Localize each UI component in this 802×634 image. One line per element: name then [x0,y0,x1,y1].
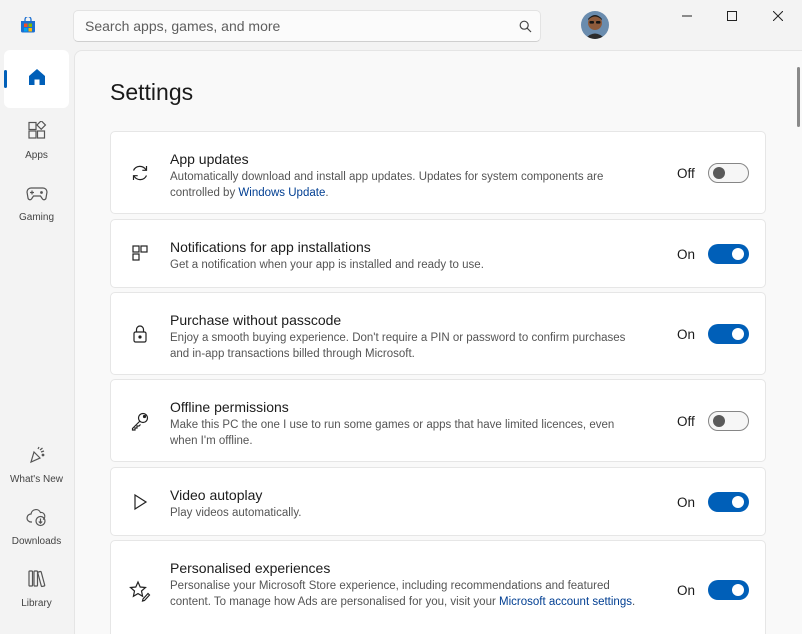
gamepad-icon [25,183,48,208]
sidebar-item-label: Gaming [18,212,54,223]
personalised-experiences-toggle[interactable] [708,580,749,600]
setting-card-personalised: Personalised experiences Personalise you… [110,540,766,634]
setting-title: Notifications for app installations [170,239,371,255]
setting-card-notifications: Notifications for app installations Get … [110,219,766,288]
search-input[interactable] [74,11,510,41]
key-icon [129,410,151,432]
video-autoplay-toggle[interactable] [708,492,749,512]
setting-title: Video autoplay [170,487,263,503]
setting-state: On [677,495,696,510]
setting-state: On [677,583,696,598]
scrollbar[interactable] [797,67,800,127]
sidebar: Apps Gaming What's New Downloads Library [0,50,73,634]
avatar[interactable] [581,11,609,39]
setting-card-offline: Offline permissions Make this PC the one… [110,379,766,462]
active-indicator [4,70,7,88]
library-icon [27,569,47,594]
store-logo-icon [20,15,36,33]
search-icon[interactable] [510,11,540,41]
sidebar-item-label: Downloads [11,536,62,547]
setting-description: Enjoy a smooth buying experience. Don't … [170,332,626,360]
setting-title: Personalised experiences [170,560,331,576]
sidebar-item-apps[interactable]: Apps [4,112,69,170]
downloads-icon [25,507,48,532]
maximize-button[interactable] [709,0,755,34]
title-bar [0,0,802,50]
setting-description: Play videos automatically. [170,507,302,519]
setting-card-app-updates: App updates Automatically download and i… [110,131,766,214]
setting-state: On [677,327,696,342]
close-icon [772,8,784,26]
setting-description: Personalise your Microsoft Store experie… [170,580,636,608]
close-button[interactable] [755,0,801,34]
microsoft-account-settings-link[interactable]: Microsoft account settings [499,596,632,608]
sidebar-item-home[interactable] [4,50,69,108]
refresh-icon [129,162,151,184]
setting-state: Off [677,414,695,429]
setting-description: Automatically download and install app u… [170,171,604,199]
lock-icon [129,323,151,345]
offline-permissions-toggle[interactable] [708,411,749,431]
setting-state: Off [677,166,695,181]
whats-new-icon [27,445,47,470]
sidebar-item-gaming[interactable]: Gaming [4,174,69,232]
home-icon [27,67,47,92]
setting-title: Offline permissions [170,399,289,415]
notification-icon [129,242,151,264]
search-box[interactable] [73,10,541,42]
setting-title: App updates [170,151,249,167]
sidebar-item-label: What's New [9,474,64,485]
minimize-icon [682,8,692,26]
sidebar-item-whats-new[interactable]: What's New [4,436,69,494]
page-title: Settings [110,79,194,105]
sidebar-item-label: Apps [25,150,48,161]
sidebar-item-library[interactable]: Library [4,560,69,618]
setting-state: On [677,247,696,262]
sidebar-item-downloads[interactable]: Downloads [4,498,69,556]
minimize-button[interactable] [664,0,710,34]
sidebar-item-label: Library [21,598,52,609]
windows-update-link[interactable]: Windows Update [238,187,325,199]
notifications-toggle[interactable] [708,244,749,264]
setting-card-purchase: Purchase without passcode Enjoy a smooth… [110,292,766,375]
setting-title: Purchase without passcode [170,312,342,328]
settings-panel: Settings App updates Automatically downl… [74,50,802,634]
setting-card-video-autoplay: Video autoplay Play videos automatically… [110,467,766,536]
app-updates-toggle[interactable] [708,163,749,183]
play-icon [129,491,151,513]
setting-description: Make this PC the one I use to run some g… [170,419,615,447]
apps-icon [27,119,47,146]
setting-description: Get a notification when your app is inst… [170,259,484,271]
purchase-toggle[interactable] [708,324,749,344]
personalise-icon [129,580,151,602]
maximize-icon [727,8,737,26]
